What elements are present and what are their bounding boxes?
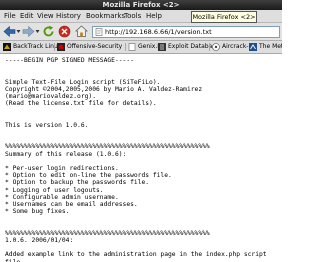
back-history-dropdown[interactable] bbox=[16, 29, 21, 34]
window-title: Mozilla Firefox <2> bbox=[102, 1, 180, 9]
bookmark-separator bbox=[209, 43, 210, 51]
bookmark-offensive-security[interactable]: Offensive-Security bbox=[57, 41, 122, 53]
forward-arrow-icon bbox=[22, 25, 35, 38]
text-line: file. bbox=[5, 259, 24, 262]
bookmark-label: Offensive-Security bbox=[67, 43, 123, 50]
stop-button[interactable] bbox=[58, 25, 71, 38]
bookmarks-toolbar: BackTrack Linux Offensive-Security Genix… bbox=[0, 41, 282, 54]
text-line: This is version 1.0.6. bbox=[5, 121, 89, 129]
url-text[interactable]: http://192.168.6.66/1/version.txt bbox=[105, 27, 212, 37]
forward-history-dropdown[interactable] bbox=[35, 29, 40, 34]
wireless-icon bbox=[212, 43, 220, 51]
forward-button[interactable] bbox=[22, 25, 35, 38]
bookmark-separator bbox=[125, 43, 126, 51]
bookmark-metasploit[interactable]: The Metasploit Proje bbox=[249, 41, 282, 53]
menu-history[interactable]: History bbox=[56, 10, 81, 22]
stop-icon bbox=[58, 25, 71, 38]
bookmark-separator bbox=[54, 43, 55, 51]
shield-icon bbox=[57, 43, 65, 51]
menu-help[interactable]: Help bbox=[146, 10, 162, 22]
home-button[interactable] bbox=[75, 25, 88, 38]
menu-edit[interactable]: Edit bbox=[20, 10, 34, 22]
home-icon bbox=[75, 25, 88, 37]
reload-icon bbox=[43, 25, 54, 37]
back-arrow-icon bbox=[3, 25, 16, 38]
menu-bookmarks[interactable]: Bookmarks bbox=[86, 10, 125, 22]
window-title-tooltip: Mozilla Firefox <2> bbox=[191, 11, 257, 23]
bookmark-label: The Metasploit Proje bbox=[259, 43, 282, 50]
reload-button[interactable] bbox=[42, 25, 55, 38]
menu-view[interactable]: View bbox=[37, 10, 54, 22]
menu-tools[interactable]: Tools bbox=[124, 10, 141, 22]
page-content: -----BEGIN PGP SIGNED MESSAGE----- Simple… bbox=[0, 54, 282, 262]
metasploit-icon bbox=[249, 43, 257, 51]
text-line: (Read the license.txt file for details). bbox=[5, 100, 157, 108]
page-icon bbox=[128, 43, 136, 51]
text-line: Summary of this release (1.0.6): bbox=[5, 150, 127, 158]
page-icon bbox=[95, 28, 103, 36]
database-icon bbox=[158, 43, 166, 51]
browser-window: Mozilla Firefox <2> File Edit View Histo… bbox=[0, 0, 282, 262]
title-bar: Mozilla Firefox <2> bbox=[0, 0, 282, 10]
menu-file[interactable]: File bbox=[4, 10, 16, 22]
navigation-toolbar: http://192.168.6.66/1/version.txt bbox=[0, 23, 282, 41]
text-line: * Some bug fixes. bbox=[5, 208, 70, 216]
bookmark-backtrack-linux[interactable]: BackTrack Linux bbox=[3, 41, 61, 53]
dragon-icon bbox=[3, 43, 11, 51]
back-button[interactable] bbox=[3, 25, 16, 38]
text-line: Added example link to the administration… bbox=[5, 251, 267, 259]
text-line: 1.0.6. 2006/01/04: bbox=[5, 237, 74, 244]
address-bar[interactable]: http://192.168.6.66/1/version.txt bbox=[92, 26, 280, 38]
text-line: -----BEGIN PGP SIGNED MESSAGE----- bbox=[5, 57, 134, 64]
